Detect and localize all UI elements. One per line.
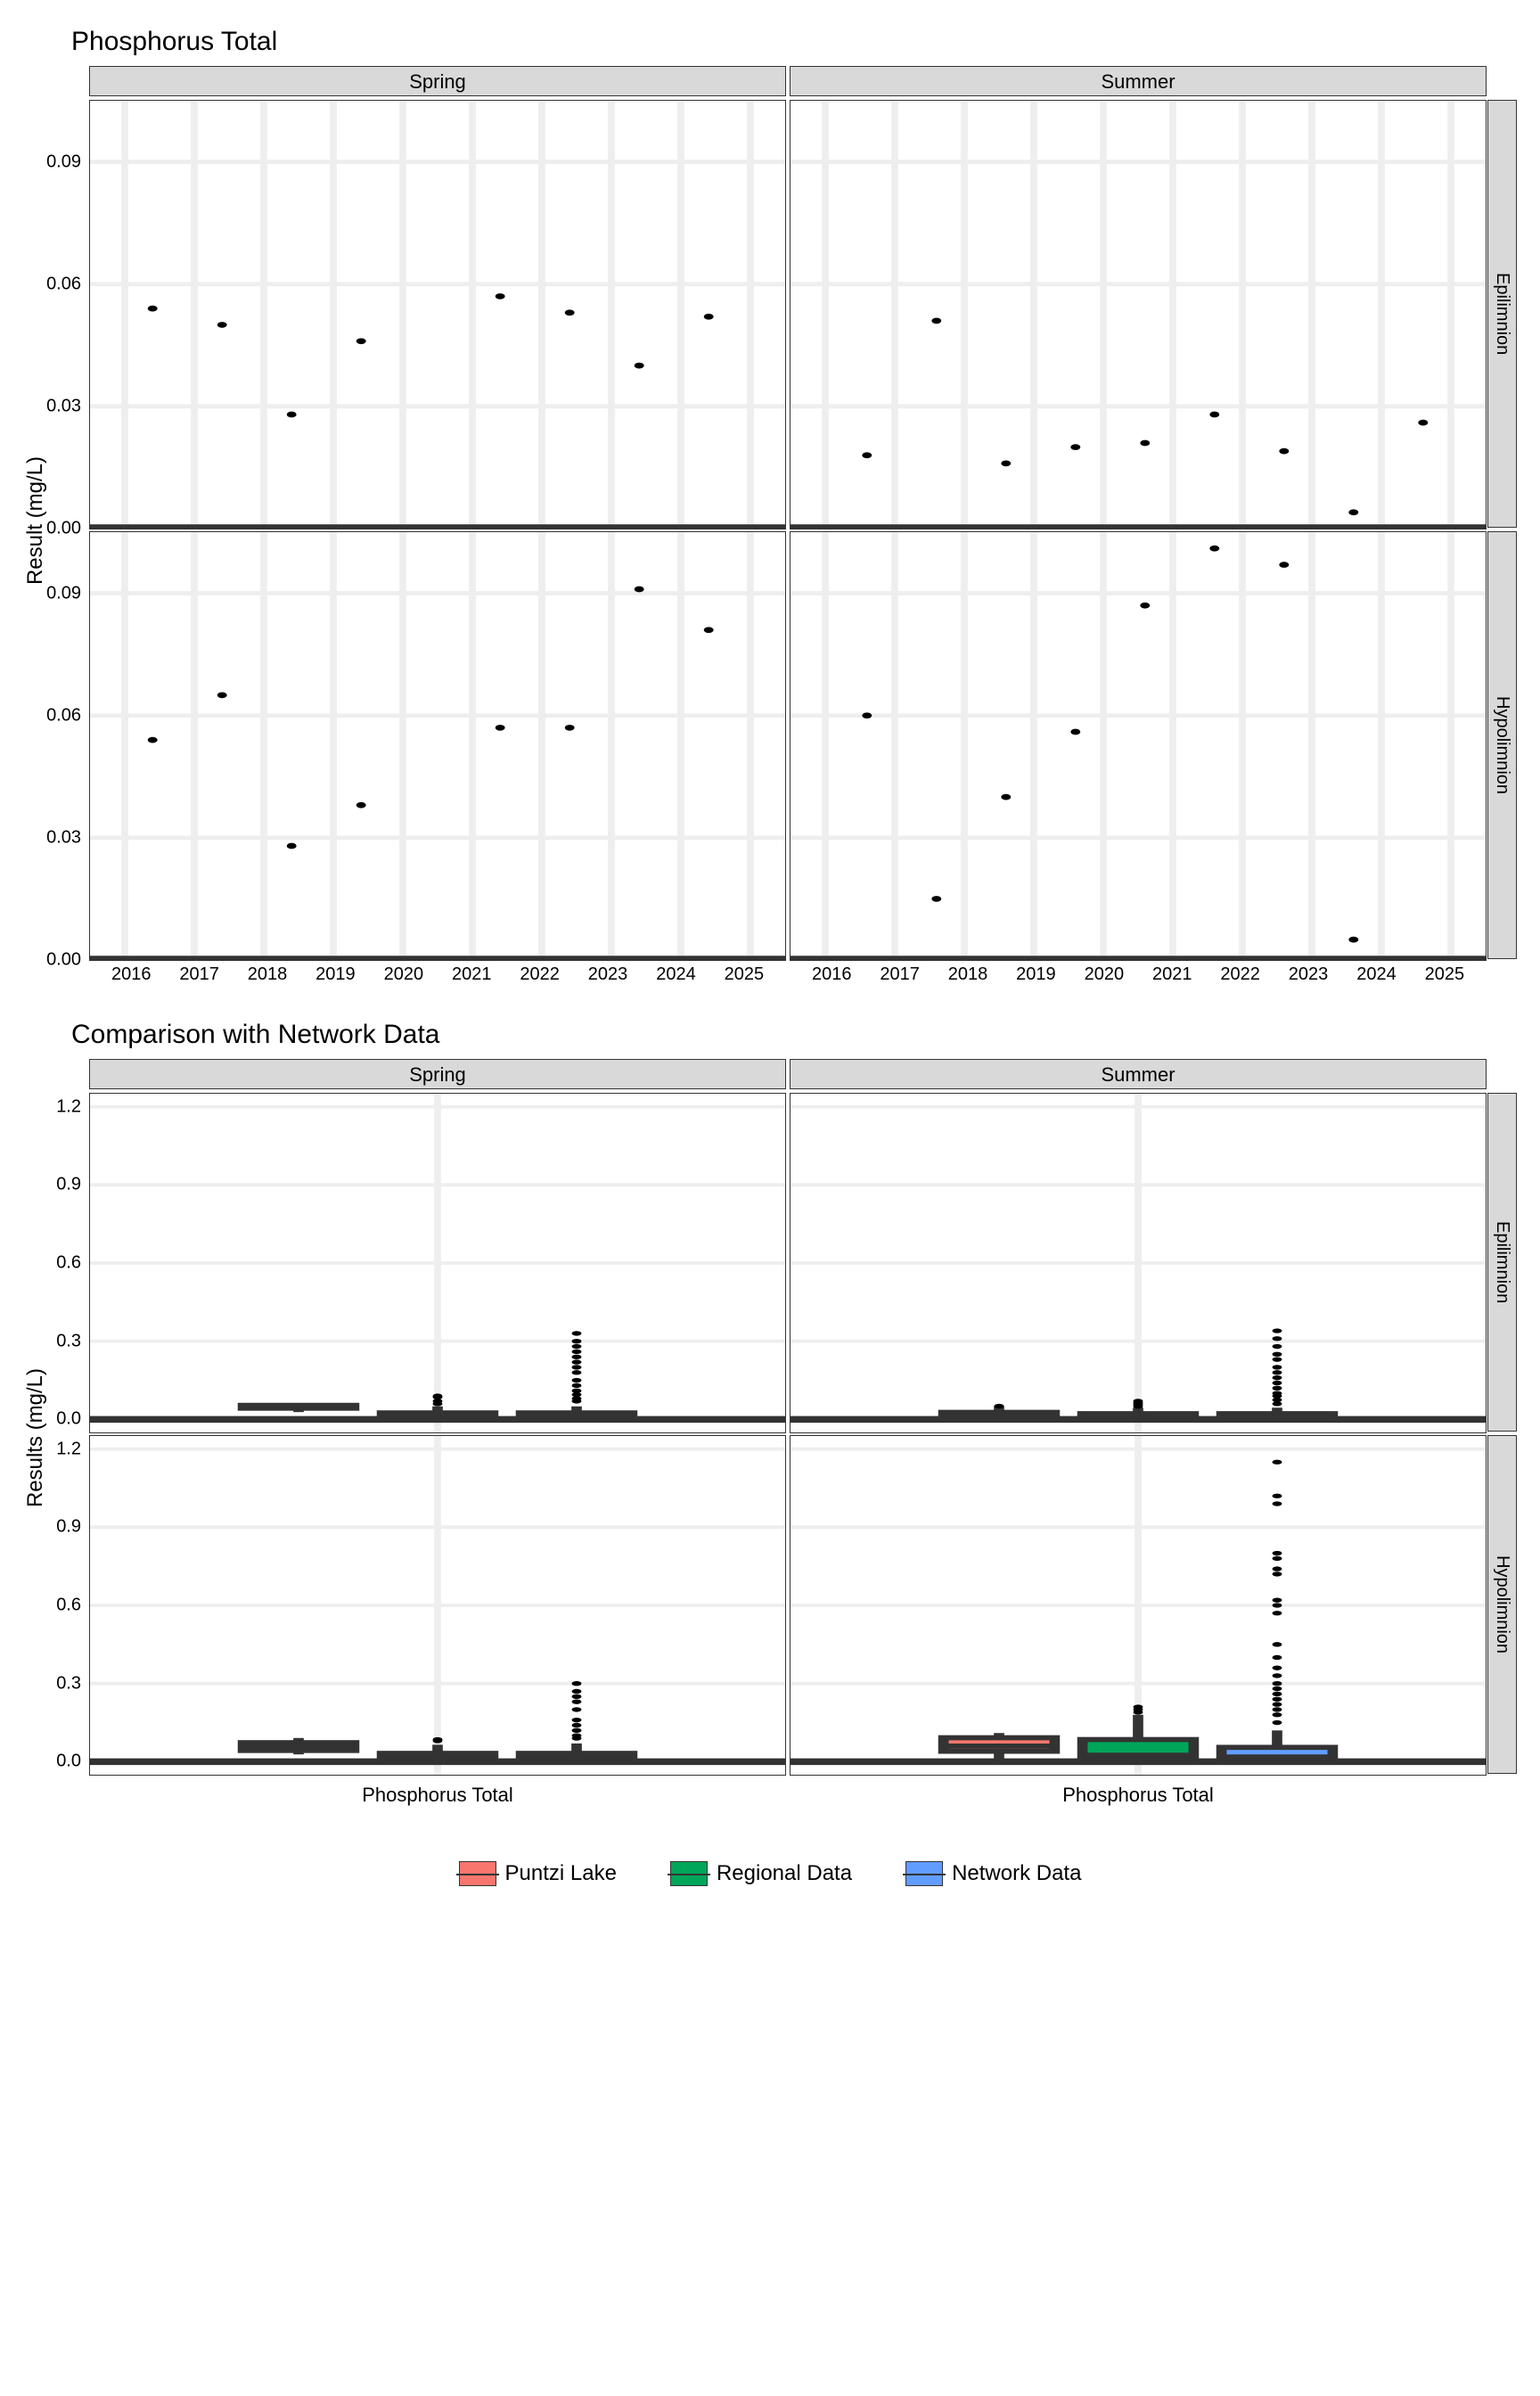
col-strip-spring-1: Spring <box>89 66 786 96</box>
scatter-plot: Result (mg/L) Spring Summer 0.000.030.06… <box>89 66 1487 975</box>
legend-item: Regional Data <box>670 1861 852 1886</box>
box-plot: Results (mg/L) Spring Summer 0.00.30.60.… <box>89 1059 1487 1817</box>
x-cat-label-2: Phosphorus Total <box>790 1773 1486 1807</box>
col-strip-summer-1: Summer <box>790 66 1487 96</box>
chart-title-scatter: Phosphorus Total <box>71 27 1522 57</box>
legend: Puntzi Lake Regional Data Network Data <box>18 1861 1522 1886</box>
scatter-panel-spring-hyp: 0.000.030.060.09 20162017201820192020202… <box>89 531 786 961</box>
legend-item: Network Data <box>905 1861 1081 1886</box>
legend-label: Regional Data <box>717 1861 852 1886</box>
scatter-panel-summer-epi <box>790 100 1487 529</box>
box-panel-summer-hyp: Phosphorus Total <box>790 1435 1487 1776</box>
legend-swatch <box>670 1861 708 1886</box>
row-strip-epi-2: Epilimnion <box>1487 1093 1517 1432</box>
chart-title-box: Comparison with Network Data <box>71 1020 1522 1050</box>
col-strip-summer-2: Summer <box>790 1059 1487 1089</box>
x-cat-label-1: Phosphorus Total <box>90 1773 785 1807</box>
box-panel-spring-epi: 0.00.30.60.91.2 <box>89 1093 786 1433</box>
row-strip-epi-1: Epilimnion <box>1487 100 1517 528</box>
legend-label: Puntzi Lake <box>505 1861 617 1886</box>
legend-item: Puntzi Lake <box>459 1861 617 1886</box>
box-panel-spring-hyp: 0.00.30.60.91.2 Phosphorus Total <box>89 1435 786 1776</box>
box-panel-summer-epi <box>790 1093 1487 1433</box>
legend-label: Network Data <box>952 1861 1081 1886</box>
scatter-panel-summer-hyp: 2016201720182019202020212022202320242025 <box>790 531 1487 961</box>
col-strip-spring-2: Spring <box>89 1059 786 1089</box>
row-strip-hyp-2: Hypolimnion <box>1487 1435 1517 1774</box>
row-strip-hyp-1: Hypolimnion <box>1487 531 1517 959</box>
scatter-panel-spring-epi: 0.000.030.060.09 <box>89 100 786 529</box>
legend-swatch <box>905 1861 943 1886</box>
legend-swatch <box>459 1861 496 1886</box>
